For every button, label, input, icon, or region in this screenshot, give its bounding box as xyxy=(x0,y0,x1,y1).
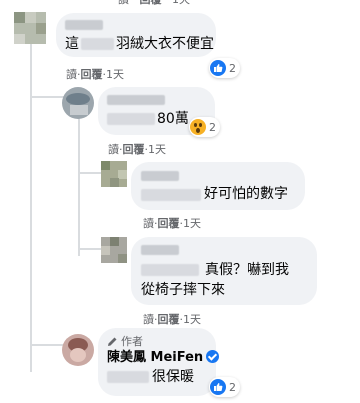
comment-bubble: 好可怕的數字 xyxy=(131,162,305,210)
reaction-count: 2 xyxy=(209,120,216,134)
blurred-name xyxy=(107,95,165,105)
comment-text-prefix: 這 xyxy=(65,36,79,52)
comment-meta-top: 讀 · 回覆 · 1天 xyxy=(118,0,190,7)
reaction-count: 2 xyxy=(229,380,236,394)
comment-text: 好可怕的數字 xyxy=(204,186,288,202)
thread-line-branch-3 xyxy=(78,248,102,250)
blurred-name xyxy=(65,20,103,30)
blurred-text xyxy=(141,264,199,276)
author-name-link[interactable]: 陳美鳳 MeiFen xyxy=(107,350,203,365)
reply-button[interactable]: 回覆 xyxy=(140,0,162,7)
reaction-summary[interactable]: 2 xyxy=(209,377,240,397)
comment-age: 1天 xyxy=(172,0,190,7)
blurred-name xyxy=(141,171,179,181)
reply-button[interactable]: 回覆 xyxy=(158,313,180,327)
reaction-count: 2 xyxy=(229,61,236,75)
thread-line-main xyxy=(30,44,32,372)
blurred-name xyxy=(141,245,179,255)
reply-button[interactable]: 回覆 xyxy=(123,143,145,157)
blurred-text xyxy=(81,38,114,50)
reply-button[interactable]: 回覆 xyxy=(81,68,103,82)
comment-age: 1天 xyxy=(183,313,201,326)
thread-line-sub xyxy=(78,116,80,256)
author-badge: 作者 xyxy=(107,333,143,349)
comment-bubble: 真假？嚇到我 從椅子摔下來 xyxy=(131,237,317,305)
read-link[interactable]: 讀 xyxy=(118,0,129,7)
comment-text: 很保暖 xyxy=(152,369,194,385)
comment-meta: 讀 · 回覆 · 1天 xyxy=(66,68,124,82)
author-avatar[interactable] xyxy=(62,334,94,366)
avatar[interactable] xyxy=(62,87,94,119)
avatar[interactable] xyxy=(101,161,127,187)
author-name[interactable]: 陳美鳳 MeiFen xyxy=(107,350,220,366)
comment-text-line1: 真假？嚇到我 xyxy=(205,262,289,278)
author-badge-label: 作者 xyxy=(121,335,143,348)
like-icon xyxy=(210,379,226,395)
avatar[interactable] xyxy=(14,12,46,44)
read-link[interactable]: 讀 xyxy=(143,217,154,231)
blurred-text xyxy=(107,371,149,383)
comment-bubble: 作者 陳美鳳 MeiFen 很保暖 xyxy=(98,328,220,396)
comment-age: 1天 xyxy=(148,143,166,156)
like-icon xyxy=(210,60,226,76)
comment-text: 80萬 xyxy=(157,111,189,127)
reply-button[interactable]: 回覆 xyxy=(158,217,180,231)
thread-line-branch-2 xyxy=(78,172,102,174)
read-link[interactable]: 讀 xyxy=(108,143,119,157)
comment-meta: 讀 · 回覆 · 1天 xyxy=(108,143,166,157)
comment-bubble: 這 羽絨大衣不便宜 xyxy=(56,13,216,57)
verified-badge-icon xyxy=(206,350,220,363)
comment-age: 1天 xyxy=(106,68,124,81)
thread-line-branch-4 xyxy=(30,344,64,346)
thread-line-branch xyxy=(30,96,64,98)
avatar[interactable] xyxy=(101,237,127,263)
comment-age: 1天 xyxy=(183,217,201,230)
author-pen-icon xyxy=(108,337,117,346)
reaction-summary[interactable]: 2 xyxy=(189,117,220,137)
blurred-text xyxy=(107,113,155,125)
wow-icon xyxy=(190,119,206,135)
comment-text-line2: 從椅子摔下來 xyxy=(141,282,225,298)
read-link[interactable]: 讀 xyxy=(66,68,77,82)
comment-meta: 讀 · 回覆 · 1天 xyxy=(143,217,201,231)
comment-meta: 讀 · 回覆 · 1天 xyxy=(143,313,201,327)
reaction-summary[interactable]: 2 xyxy=(209,58,240,78)
comment-text: 羽絨大衣不便宜 xyxy=(116,36,214,52)
read-link[interactable]: 讀 xyxy=(143,313,154,327)
blurred-text xyxy=(141,189,201,201)
